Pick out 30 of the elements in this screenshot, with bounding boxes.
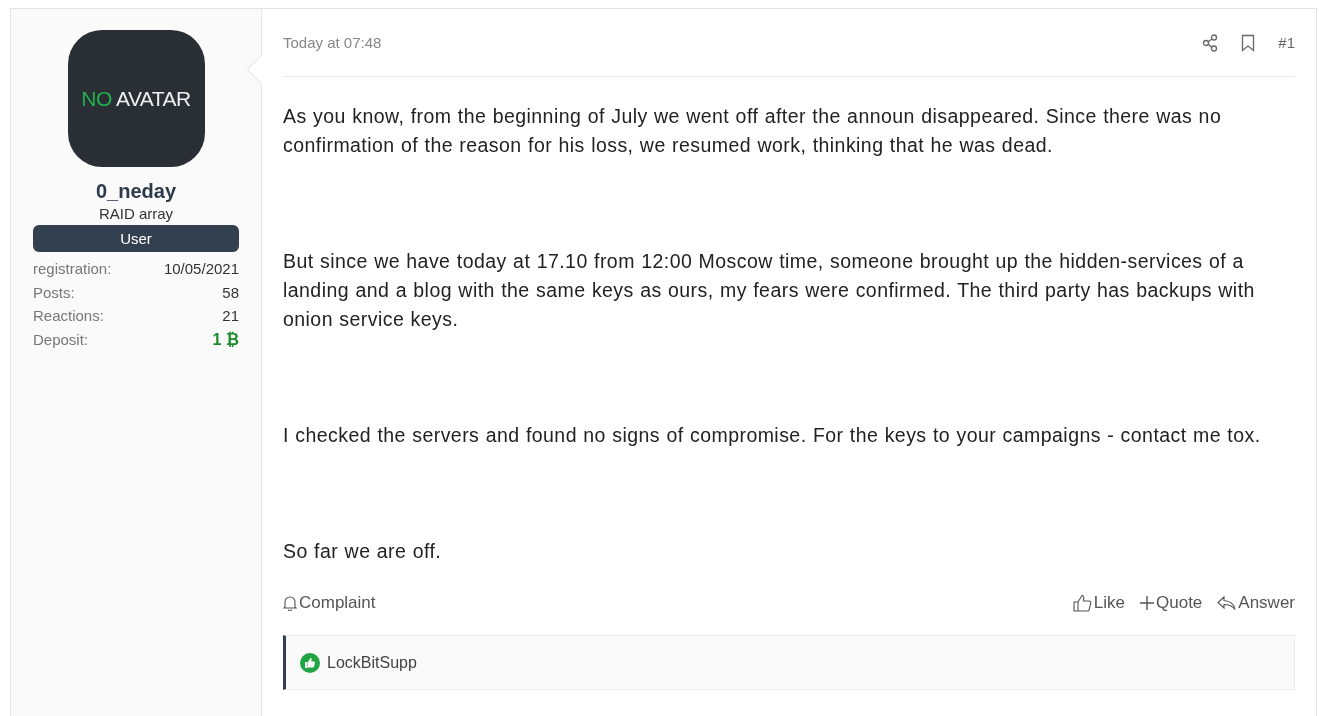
username-link[interactable]: 0_neday [95,180,177,203]
post-paragraph: I checked the servers and found no signs of compromise. For the keys to your campaigns - contact me tox. [283,423,1262,448]
thumbs-up-icon [1072,594,1092,612]
stat-value: 58 [222,282,239,303]
stat-label: Reactions: [33,306,104,326]
stat-value: 21 [222,306,239,326]
plus-icon [1140,596,1154,610]
stat-label: Posts: [33,282,75,303]
stat-label: registration: [33,259,112,279]
bookmark-icon[interactable] [1241,33,1256,52]
post-action-link[interactable]: Answer [1217,593,1295,613]
stat-value: 1 ₿ [212,329,239,350]
share-icon[interactable] [1202,33,1219,52]
reaction-user-link[interactable]: LockBitSupp [327,653,417,672]
user-role-badge: User [33,225,239,252]
post-action-link[interactable]: Like [1072,593,1125,613]
stat-value: 10/05/2021 [163,259,239,279]
avatar-label: NO AVATAR [81,86,191,111]
post-action-link[interactable]: Quote [1140,593,1203,613]
user-title: RAID array [98,205,174,222]
bell-icon [283,595,297,611]
post-paragraph: As you know, from the beginning of July we went off after the announ disappeared. Since there was no confirmation of the reason for his loss, we resumed work, thinking that he was dead. [283,104,1223,158]
post-time[interactable]: Today at 07:48 [283,34,382,51]
like-reaction-icon [300,652,320,673]
reply-icon [1217,595,1237,611]
post-paragraph: But since we have today at 17.10 from 12:00 Moscow time, someone brought up the hidden-services of a landing and a blog with the same keys as ours, my fears were confirmed. The third party has backups with onion service keys. [283,249,1256,332]
post-paragraph: So far we are off. [283,539,443,564]
complaint-link[interactable]: Complaint [283,593,376,613]
stat-label: Deposit: [33,329,89,350]
post-number-link[interactable]: #1 [1278,34,1295,51]
